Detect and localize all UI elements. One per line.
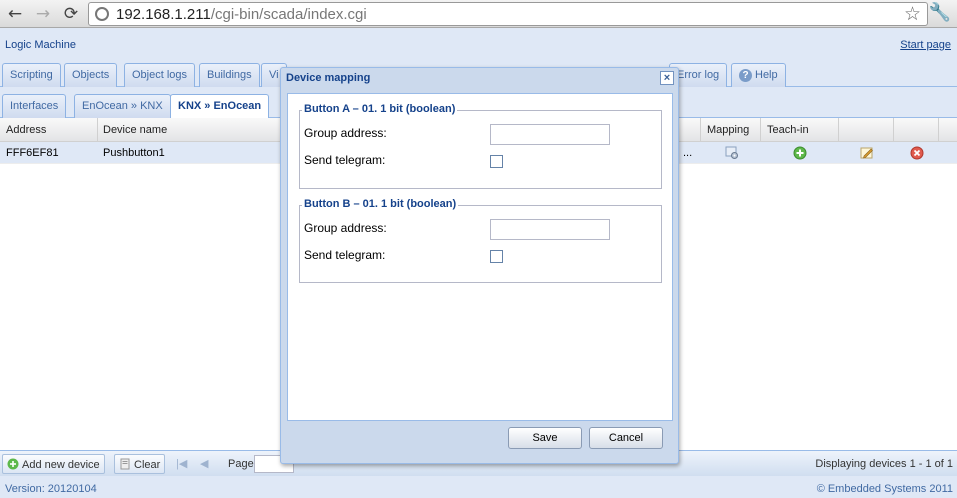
save-button[interactable]: Save [508, 427, 582, 449]
clear-button[interactable]: Clear [114, 454, 166, 474]
button-b-legend: Button B – 01. 1 bit (boolean) [302, 198, 459, 210]
close-icon[interactable]: × [660, 71, 674, 85]
button-a-send-telegram-checkbox[interactable] [490, 155, 503, 168]
button-b-group-address-input[interactable] [490, 219, 610, 240]
tab-enocean-knx[interactable]: EnOcean » KNX [74, 94, 171, 118]
forward-arrow-icon[interactable]: → [32, 3, 54, 25]
column-divider [700, 118, 701, 142]
status-bar: Version: 20120104 © Embedded Systems 201… [0, 477, 957, 498]
url-text: 192.168.1.211/cgi-bin/scada/index.cgi [116, 6, 367, 23]
reload-icon[interactable]: ⟳ [60, 3, 82, 25]
tab-scripting[interactable]: Scripting [2, 63, 61, 87]
column-address[interactable]: Address [6, 124, 46, 136]
start-page-link[interactable]: Start page [900, 39, 951, 51]
browser-toolbar: ← → ⟳ 192.168.1.211/cgi-bin/scada/index.… [0, 0, 957, 28]
copyright-text: © Embedded Systems 2011 [816, 483, 953, 495]
column-mapping[interactable]: Mapping [707, 124, 749, 136]
tab-buildings[interactable]: Buildings [199, 63, 260, 87]
url-path: /cgi-bin/scada/index.cgi [210, 6, 367, 23]
back-arrow-icon[interactable]: ← [4, 3, 26, 25]
column-divider [97, 118, 98, 142]
send-telegram-label: Send telegram: [304, 248, 386, 262]
button-a-group-address-input[interactable] [490, 124, 610, 145]
column-teach-in[interactable]: Teach-in [767, 124, 809, 136]
delete-icon[interactable] [910, 146, 924, 160]
cancel-button[interactable]: Cancel [589, 427, 663, 449]
address-bar[interactable]: 192.168.1.211/cgi-bin/scada/index.cgi ☆ [88, 2, 928, 26]
mapping-gear-icon[interactable] [725, 146, 739, 160]
clear-label: Clear [134, 459, 161, 471]
url-host: 192.168.1.211 [116, 6, 211, 23]
button-b-send-telegram-checkbox[interactable] [490, 250, 503, 263]
dialog-body: Button A – 01. 1 bit (boolean) Group add… [287, 93, 673, 421]
column-divider [760, 118, 761, 142]
tab-objects[interactable]: Objects [64, 63, 118, 87]
tab-help-label: Help [755, 69, 778, 81]
help-icon: ? [739, 69, 752, 82]
button-b-fieldset: Button B – 01. 1 bit (boolean) Group add… [299, 198, 662, 283]
add-new-device-label: Add new device [22, 459, 100, 471]
bookmark-star-icon[interactable]: ☆ [904, 3, 921, 25]
page-label: Page [228, 458, 254, 470]
cell-device-name: Pushbutton1 [103, 147, 165, 159]
device-mapping-dialog: Device mapping × Button A – 01. 1 bit (b… [280, 67, 679, 464]
teach-in-add-icon[interactable] [793, 146, 807, 160]
edit-icon[interactable] [860, 146, 874, 160]
prev-page-icon[interactable]: ◀ [200, 457, 208, 470]
send-telegram-label: Send telegram: [304, 153, 386, 167]
wrench-icon[interactable]: 🔧 [929, 2, 951, 23]
group-address-label: Group address: [304, 221, 387, 235]
tab-help[interactable]: ? Help [731, 63, 786, 87]
tab-interfaces[interactable]: Interfaces [2, 94, 67, 118]
column-divider [838, 118, 839, 142]
column-device-name[interactable]: Device name [103, 124, 167, 136]
add-icon [7, 458, 19, 470]
globe-icon [95, 7, 109, 21]
column-divider [938, 118, 939, 142]
dialog-title: Device mapping [286, 72, 371, 84]
version-text: Version: 20120104 [5, 483, 97, 495]
app-header: Logic Machine Start page [0, 29, 957, 61]
group-address-label: Group address: [304, 126, 387, 140]
tab-knx-enocean[interactable]: KNX » EnOcean [170, 94, 270, 119]
app-title: Logic Machine [5, 39, 76, 51]
add-new-device-button[interactable]: Add new device [2, 454, 105, 474]
button-a-fieldset: Button A – 01. 1 bit (boolean) Group add… [299, 103, 662, 189]
displaying-status: Displaying devices 1 - 1 of 1 [815, 458, 953, 470]
clear-icon [120, 458, 130, 470]
column-divider [893, 118, 894, 142]
dialog-footer: Save Cancel [287, 421, 673, 459]
button-a-legend: Button A – 01. 1 bit (boolean) [302, 103, 458, 115]
first-page-icon[interactable]: |◀ [176, 457, 187, 470]
tab-object-logs[interactable]: Object logs [124, 63, 196, 87]
cell-more: ... [683, 147, 693, 159]
cell-address: FFF6EF81 [6, 147, 59, 159]
